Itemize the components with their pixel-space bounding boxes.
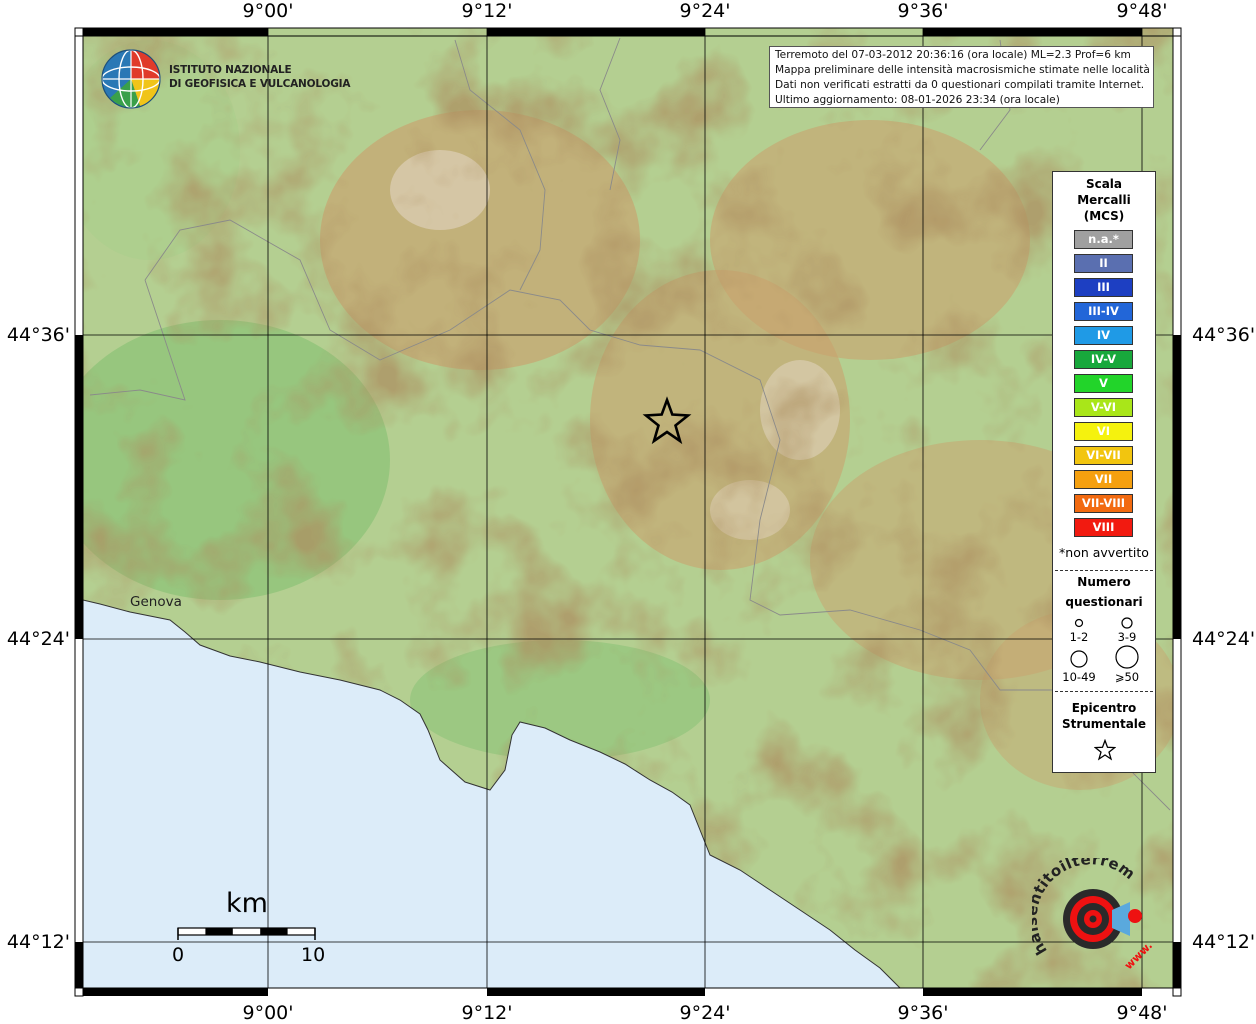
city-label-genova: Genova bbox=[130, 594, 182, 610]
count-title: questionari bbox=[1065, 595, 1143, 609]
lon-label-bottom: 9°12' bbox=[461, 1002, 513, 1024]
legend-divider bbox=[1055, 570, 1153, 571]
brand-www: www. bbox=[1122, 939, 1152, 972]
mcs-swatch: IV-V bbox=[1074, 350, 1133, 369]
legend-title: Mercalli bbox=[1077, 193, 1131, 207]
count-label: ⩾50 bbox=[1114, 670, 1140, 684]
lon-label-top: 9°24' bbox=[679, 0, 731, 22]
ingv-logo: ISTITUTO NAZIONALE DI GEOFISICA E VULCAN… bbox=[100, 48, 350, 110]
haisentito-logo: haisentitoilterremoto.it www. bbox=[1023, 844, 1156, 978]
count-label: 10-49 bbox=[1062, 670, 1096, 684]
mcs-swatch: VIII bbox=[1074, 518, 1133, 537]
epicenter-legend-star-icon bbox=[1094, 739, 1116, 761]
institute-name-line2: DI GEOFISICA E VULCANOLOGIA bbox=[169, 78, 351, 90]
mcs-swatch: V bbox=[1074, 374, 1133, 393]
lat-label-left: 44°36' bbox=[6, 324, 70, 346]
mcs-swatch: V-VI bbox=[1074, 398, 1133, 417]
lon-label-bottom: 9°00' bbox=[242, 1002, 294, 1024]
mcs-swatch: VI-VII bbox=[1074, 446, 1133, 465]
mcs-swatch: III-IV bbox=[1074, 302, 1133, 321]
lon-label-top: 9°00' bbox=[242, 0, 294, 22]
legend-title: (MCS) bbox=[1083, 209, 1125, 223]
lon-label-top: 9°36' bbox=[897, 0, 949, 22]
mcs-swatch: VII bbox=[1074, 470, 1133, 489]
lat-label-right: 44°36' bbox=[1192, 324, 1256, 346]
mcs-swatch: IV bbox=[1074, 326, 1133, 345]
count-label: 3-9 bbox=[1117, 630, 1137, 644]
lon-label-top: 9°12' bbox=[461, 0, 513, 22]
epicenter-title: Epicentro bbox=[1071, 701, 1137, 715]
legend-note: *non avvertito bbox=[1059, 545, 1149, 560]
mcs-swatch: VII-VIII bbox=[1074, 494, 1133, 513]
event-info-line: Terremoto del 07-03-2012 20:36:16 (ora l… bbox=[775, 49, 1131, 61]
event-info-line: Ultimo aggiornamento: 08-01-2026 23:34 (… bbox=[775, 94, 1060, 106]
mcs-swatch: III bbox=[1074, 278, 1133, 297]
lat-label-left: 44°12' bbox=[6, 931, 70, 953]
legend-divider bbox=[1055, 691, 1153, 692]
mcs-swatch: VI bbox=[1074, 422, 1133, 441]
epicenter-title: Strumentale bbox=[1061, 717, 1147, 731]
lat-label-right: 44°12' bbox=[1192, 931, 1256, 953]
target-icon: haisentitoilterremoto.it www. bbox=[1023, 844, 1156, 972]
scale-unit: km bbox=[226, 888, 268, 919]
count-label: 1-2 bbox=[1069, 630, 1089, 644]
mcs-swatch: II bbox=[1074, 254, 1133, 273]
scale-start: 0 bbox=[172, 944, 185, 966]
lat-label-left: 44°24' bbox=[6, 628, 70, 650]
globe-icon bbox=[101, 49, 161, 109]
event-info-box: Terremoto del 07-03-2012 20:36:16 (ora l… bbox=[769, 46, 1154, 108]
lon-label-bottom: 9°36' bbox=[897, 1002, 949, 1024]
event-info-line: Dati non verificati estratti da 0 questi… bbox=[775, 79, 1145, 91]
scale-bar: km 0 10 bbox=[170, 888, 330, 968]
intensity-legend: Scala Mercalli (MCS) n.a.* II III III-IV… bbox=[1052, 171, 1156, 773]
institute-name-line1: ISTITUTO NAZIONALE bbox=[169, 64, 292, 76]
event-info-line: Mappa preliminare delle intensità macros… bbox=[775, 64, 1150, 76]
legend-title: Scala bbox=[1085, 177, 1123, 191]
lon-label-bottom: 9°48' bbox=[1116, 1002, 1168, 1024]
lon-label-bottom: 9°24' bbox=[679, 1002, 731, 1024]
scale-end: 10 bbox=[301, 944, 326, 966]
lon-label-top: 9°48' bbox=[1116, 0, 1168, 22]
lat-label-right: 44°24' bbox=[1192, 628, 1256, 650]
mcs-swatch: n.a.* bbox=[1074, 230, 1133, 249]
scale-ruler bbox=[177, 927, 316, 940]
count-title: Numero bbox=[1077, 575, 1131, 589]
